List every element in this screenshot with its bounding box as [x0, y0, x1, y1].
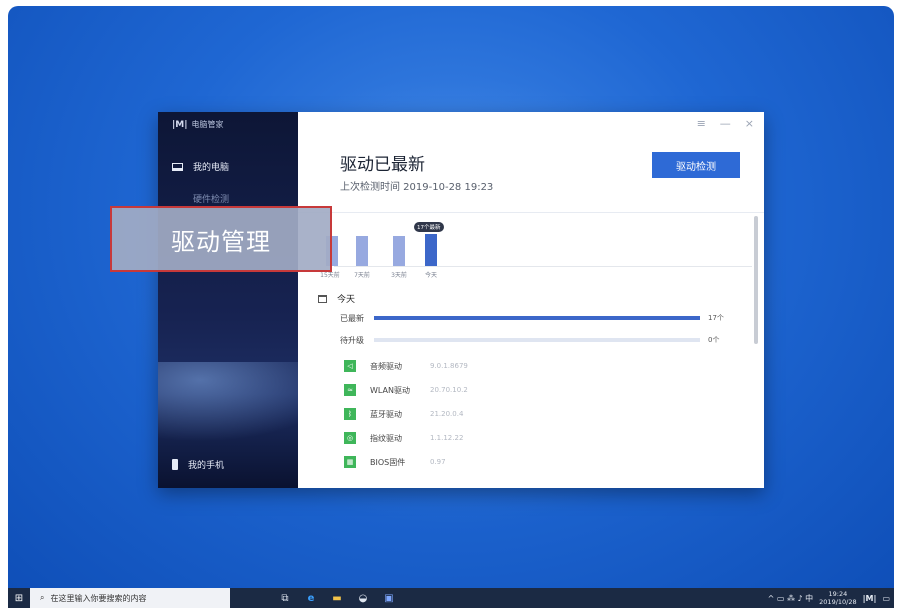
brand-name: 电脑管家	[191, 120, 224, 129]
pc-manager-taskbar-icon[interactable]: ▣	[376, 588, 402, 608]
sidebar-item-my-phone[interactable]: 我的手机	[172, 458, 224, 471]
menu-icon[interactable]: ≡	[697, 117, 706, 130]
system-tray: ^ ▭ ⁂ ♪ 中 19:24 2019/10/28 |M| ▭	[768, 588, 890, 608]
driver-version: 0.97	[430, 458, 446, 466]
search-icon: ⌕	[40, 593, 45, 602]
uptodate-label: 已最新	[340, 314, 364, 323]
uptodate-progress-fill	[374, 316, 700, 320]
tray-icons[interactable]: ^ ▭ ⁂ ♪ 中	[768, 593, 814, 604]
today-count-bubble: 17个最新	[414, 222, 444, 232]
phone-icon	[172, 459, 178, 470]
driver-row-bluetooth[interactable]: ᛒ 蓝牙驱动 21.20.0.4	[344, 408, 463, 420]
chart-baseline	[334, 266, 752, 267]
driver-row-bios[interactable]: ▦ BIOS固件 0.97	[344, 456, 446, 468]
sidebar-item-label: 我的电脑	[193, 163, 230, 173]
page-title: 驱动已最新	[340, 155, 425, 175]
sidebar-wave-decoration	[158, 362, 298, 452]
bar-label: 3天前	[391, 272, 407, 279]
minimize-icon[interactable]: —	[720, 117, 731, 130]
bluetooth-icon: ᛒ	[344, 408, 356, 420]
pending-label: 待升级	[340, 336, 364, 345]
sidebar-item-hardware-check[interactable]: 硬件检测	[172, 192, 229, 205]
driver-version: 20.70.10.2	[430, 386, 468, 394]
divider	[298, 212, 764, 213]
driver-version: 9.0.1.8679	[430, 362, 468, 370]
today-header: 今天	[318, 292, 355, 305]
driver-name: 指纹驱动	[370, 433, 402, 443]
driver-check-button[interactable]: 驱动检测	[652, 152, 740, 178]
clock-time: 19:24	[828, 590, 848, 598]
driver-name: BIOS固件	[370, 457, 406, 467]
last-check-time: 上次检测时间 2019-10-28 19:23	[340, 182, 494, 193]
driver-management-callout: 驱动管理	[110, 206, 332, 272]
main-panel: ≡ — × 驱动已最新 上次检测时间 2019-10-28 19:23 驱动检测…	[298, 112, 764, 488]
taskbar: ⊞ ⌕ 在这里输入你要搜索的内容 ⧉ e ▬ ◒ ▣ ^ ▭ ⁂ ♪ 中 19:…	[8, 588, 894, 608]
driver-name: 音频驱动	[370, 361, 402, 371]
clock-date: 2019/10/28	[819, 598, 857, 606]
laptop-icon	[172, 162, 183, 171]
chip-icon: ▦	[344, 456, 356, 468]
calendar-icon	[318, 294, 327, 303]
sidebar-item-label: 我的手机	[188, 461, 225, 471]
fingerprint-icon: ◎	[344, 432, 356, 444]
pc-manager-tray-icon[interactable]: |M|	[863, 594, 877, 603]
brand-logo-icon: |M|	[172, 119, 188, 130]
app-brand: |M| 电脑管家	[172, 119, 224, 130]
driver-row-wlan[interactable]: ≈ WLAN驱动 20.70.10.2	[344, 384, 468, 396]
uptodate-count: 17个	[708, 314, 724, 322]
today-label: 今天	[337, 295, 356, 305]
history-bar-today	[425, 234, 437, 266]
driver-version: 1.1.12.22	[430, 434, 464, 442]
sidebar-item-my-computer[interactable]: 我的电脑	[172, 160, 229, 173]
pending-progress-track	[374, 338, 700, 342]
start-windows-icon[interactable]: ⊞	[8, 588, 30, 608]
bar-label: 今天	[424, 272, 437, 279]
close-icon[interactable]: ×	[745, 117, 754, 130]
file-explorer-icon[interactable]: ▬	[324, 588, 350, 608]
scrollbar[interactable]	[754, 216, 758, 344]
history-bar-3d	[393, 236, 405, 266]
sidebar: |M| 电脑管家 我的电脑 硬件检测 我的手机	[158, 112, 298, 488]
wifi-icon: ≈	[344, 384, 356, 396]
pending-count: 0个	[708, 336, 720, 344]
bar-label: 7天前	[354, 272, 370, 279]
taskbar-search-box[interactable]: ⌕ 在这里输入你要搜索的内容	[30, 588, 230, 608]
speaker-icon: ◁	[344, 360, 356, 372]
history-bar-7d	[356, 236, 368, 266]
driver-name: WLAN驱动	[370, 385, 411, 395]
search-placeholder: 在这里输入你要搜索的内容	[50, 593, 147, 603]
driver-row-audio[interactable]: ◁ 音频驱动 9.0.1.8679	[344, 360, 468, 372]
notification-icon[interactable]: ▭	[882, 594, 890, 603]
driver-row-fingerprint[interactable]: ◎ 指纹驱动 1.1.12.22	[344, 432, 463, 444]
store-icon[interactable]: ◒	[350, 588, 376, 608]
system-clock[interactable]: 19:24 2019/10/28	[819, 590, 856, 606]
driver-version: 21.20.0.4	[430, 410, 464, 418]
sidebar-item-label: 硬件检测	[193, 195, 230, 205]
task-view-icon[interactable]: ⧉	[272, 588, 298, 608]
app-window: |M| 电脑管家 我的电脑 硬件检测 我的手机 ≡ — × 驱动已最新 上次检测…	[158, 112, 764, 488]
window-controls: ≡ — ×	[697, 117, 754, 130]
edge-browser-icon[interactable]: e	[298, 588, 324, 608]
driver-name: 蓝牙驱动	[370, 409, 402, 419]
uptodate-progress-track	[374, 316, 700, 320]
